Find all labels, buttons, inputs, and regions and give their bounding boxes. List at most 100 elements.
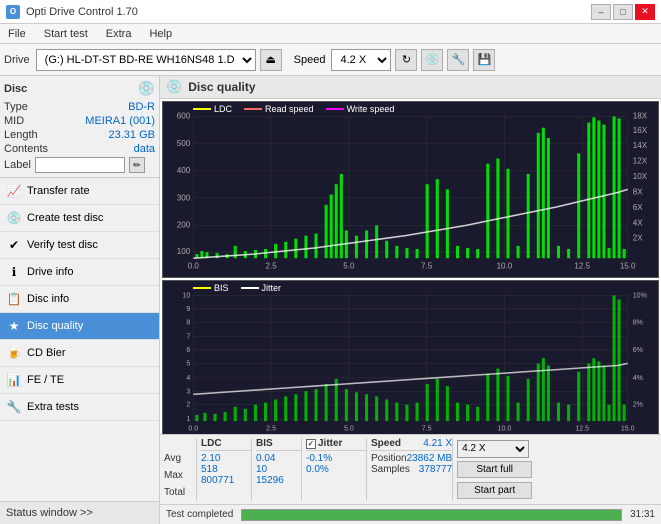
svg-text:500: 500: [177, 139, 191, 148]
svg-text:10.0: 10.0: [498, 424, 512, 432]
sidebar-label-fe-te: FE / TE: [27, 374, 64, 386]
extra-tests-icon: 🔧: [6, 399, 22, 415]
jitter-max: 0.0%: [306, 464, 366, 475]
svg-text:15.0: 15.0: [621, 424, 635, 432]
svg-text:10X: 10X: [633, 172, 648, 181]
svg-text:7: 7: [186, 332, 190, 340]
chart1-svg: 600 500 400 300 200 100 0.0 2.5 5.0 7.5 …: [163, 102, 658, 277]
svg-text:18X: 18X: [633, 111, 648, 120]
sidebar-label-verify-test-disc: Verify test disc: [27, 239, 98, 251]
eject-button[interactable]: ⏏: [260, 49, 282, 71]
svg-text:100: 100: [177, 247, 191, 256]
disc-label-row: Label ✏: [4, 157, 155, 173]
svg-text:600: 600: [177, 111, 191, 120]
svg-text:12.5: 12.5: [574, 261, 590, 270]
svg-text:4: 4: [186, 374, 190, 382]
mid-value: MEIRA1 (001): [85, 115, 155, 127]
svg-text:300: 300: [177, 194, 191, 203]
svg-text:6%: 6%: [633, 346, 644, 354]
menu-start-test[interactable]: Start test: [40, 27, 92, 41]
drive-select[interactable]: (G:) HL-DT-ST BD-RE WH16NS48 1.D3: [36, 49, 256, 71]
speed-stat-value: 4.21 X: [423, 438, 452, 449]
sidebar-item-create-test-disc[interactable]: 💿 Create test disc: [0, 205, 159, 232]
minimize-button[interactable]: –: [591, 4, 611, 20]
svg-text:4%: 4%: [633, 374, 644, 382]
chart2-svg: 10 9 8 7 6 5 4 3 2 1 0.0 2.5 5.0 7.5 10.…: [163, 281, 658, 434]
progress-bar-fill: [242, 510, 621, 520]
sidebar-label-transfer-rate: Transfer rate: [27, 185, 90, 197]
contents-label: Contents: [4, 143, 48, 155]
svg-text:3: 3: [186, 387, 190, 395]
sidebar-label-disc-quality: Disc quality: [27, 320, 83, 332]
svg-text:8%: 8%: [633, 318, 644, 326]
sidebar-item-disc-quality[interactable]: ★ Disc quality: [0, 313, 159, 340]
svg-text:400: 400: [177, 166, 191, 175]
sidebar-item-verify-test-disc[interactable]: ✔ Verify test disc: [0, 232, 159, 259]
media-button[interactable]: 💿: [421, 49, 443, 71]
svg-text:9: 9: [186, 305, 190, 313]
total-label: Total: [164, 487, 196, 498]
settings-button[interactable]: 🔧: [447, 49, 469, 71]
svg-text:2X: 2X: [633, 234, 643, 243]
samples-label: Samples: [371, 464, 410, 475]
menu-file[interactable]: File: [4, 27, 30, 41]
close-button[interactable]: ✕: [635, 4, 655, 20]
fe-te-icon: 📊: [6, 372, 22, 388]
svg-text:15.0: 15.0: [620, 261, 636, 270]
sidebar-item-transfer-rate[interactable]: 📈 Transfer rate: [0, 178, 159, 205]
svg-text:8X: 8X: [633, 187, 643, 196]
svg-text:200: 200: [177, 220, 191, 229]
drive-label: Drive: [4, 54, 30, 66]
disc-section: Disc 💿 Type BD-R MID MEIRA1 (001) Length…: [0, 76, 159, 178]
speed-label: Speed: [294, 54, 326, 66]
maximize-button[interactable]: □: [613, 4, 633, 20]
legend-bis: BIS: [193, 283, 229, 293]
menu-extra[interactable]: Extra: [102, 27, 136, 41]
status-text: Test completed: [166, 509, 233, 520]
sidebar-item-fe-te[interactable]: 📊 FE / TE: [0, 367, 159, 394]
speed-stat-header: Speed: [371, 438, 401, 449]
sidebar-item-extra-tests[interactable]: 🔧 Extra tests: [0, 394, 159, 421]
label-field: Label: [4, 159, 31, 171]
jitter-checkbox[interactable]: ✓: [306, 439, 316, 449]
menu-help[interactable]: Help: [145, 27, 176, 41]
ldc-max: 518: [201, 464, 251, 475]
sidebar-label-create-test-disc: Create test disc: [27, 212, 103, 224]
svg-text:10.0: 10.0: [497, 261, 513, 270]
ldc-total: 800771: [201, 475, 251, 486]
sidebar-item-disc-info[interactable]: 📋 Disc info: [0, 286, 159, 313]
svg-text:12.5: 12.5: [575, 424, 589, 432]
svg-text:0.0: 0.0: [188, 261, 200, 270]
status-window-button[interactable]: Status window >>: [0, 501, 159, 524]
start-full-button[interactable]: Start full: [457, 461, 532, 478]
label-edit-button[interactable]: ✏: [129, 157, 145, 173]
save-button[interactable]: 💾: [473, 49, 495, 71]
disc-info-icon: 📋: [6, 291, 22, 307]
type-label: Type: [4, 101, 28, 113]
cd-bier-icon: 🍺: [6, 345, 22, 361]
titlebar-controls: – □ ✕: [591, 4, 655, 20]
label-input[interactable]: [35, 157, 125, 173]
sidebar-menu: 📈 Transfer rate 💿 Create test disc ✔ Ver…: [0, 178, 159, 501]
svg-text:5: 5: [186, 359, 190, 367]
sidebar-item-drive-info[interactable]: ℹ Drive info: [0, 259, 159, 286]
speed-select[interactable]: 4.2 X: [331, 49, 391, 71]
jitter-header: Jitter: [318, 438, 342, 449]
menubar: File Start test Extra Help: [0, 24, 661, 44]
sidebar-item-cd-bier[interactable]: 🍺 CD Bier: [0, 340, 159, 367]
main-area: Disc 💿 Type BD-R MID MEIRA1 (001) Length…: [0, 76, 661, 524]
toolbar: Drive (G:) HL-DT-ST BD-RE WH16NS48 1.D3 …: [0, 44, 661, 76]
ldc-header: LDC: [201, 438, 251, 451]
start-part-button[interactable]: Start part: [457, 482, 532, 499]
svg-text:2.5: 2.5: [266, 424, 276, 432]
avg-label: Avg: [164, 453, 196, 464]
position-value: 23862 MB: [407, 453, 453, 464]
refresh-button[interactable]: ↻: [395, 49, 417, 71]
speed-select-stats[interactable]: 4.2 X: [457, 440, 529, 458]
titlebar: O Opti Drive Control 1.70 – □ ✕: [0, 0, 661, 24]
disc-contents-row: Contents data: [4, 143, 155, 155]
disc-icon: 💿: [138, 80, 155, 97]
svg-text:4X: 4X: [633, 218, 643, 227]
max-label: Max: [164, 470, 196, 481]
svg-text:2%: 2%: [633, 400, 644, 408]
